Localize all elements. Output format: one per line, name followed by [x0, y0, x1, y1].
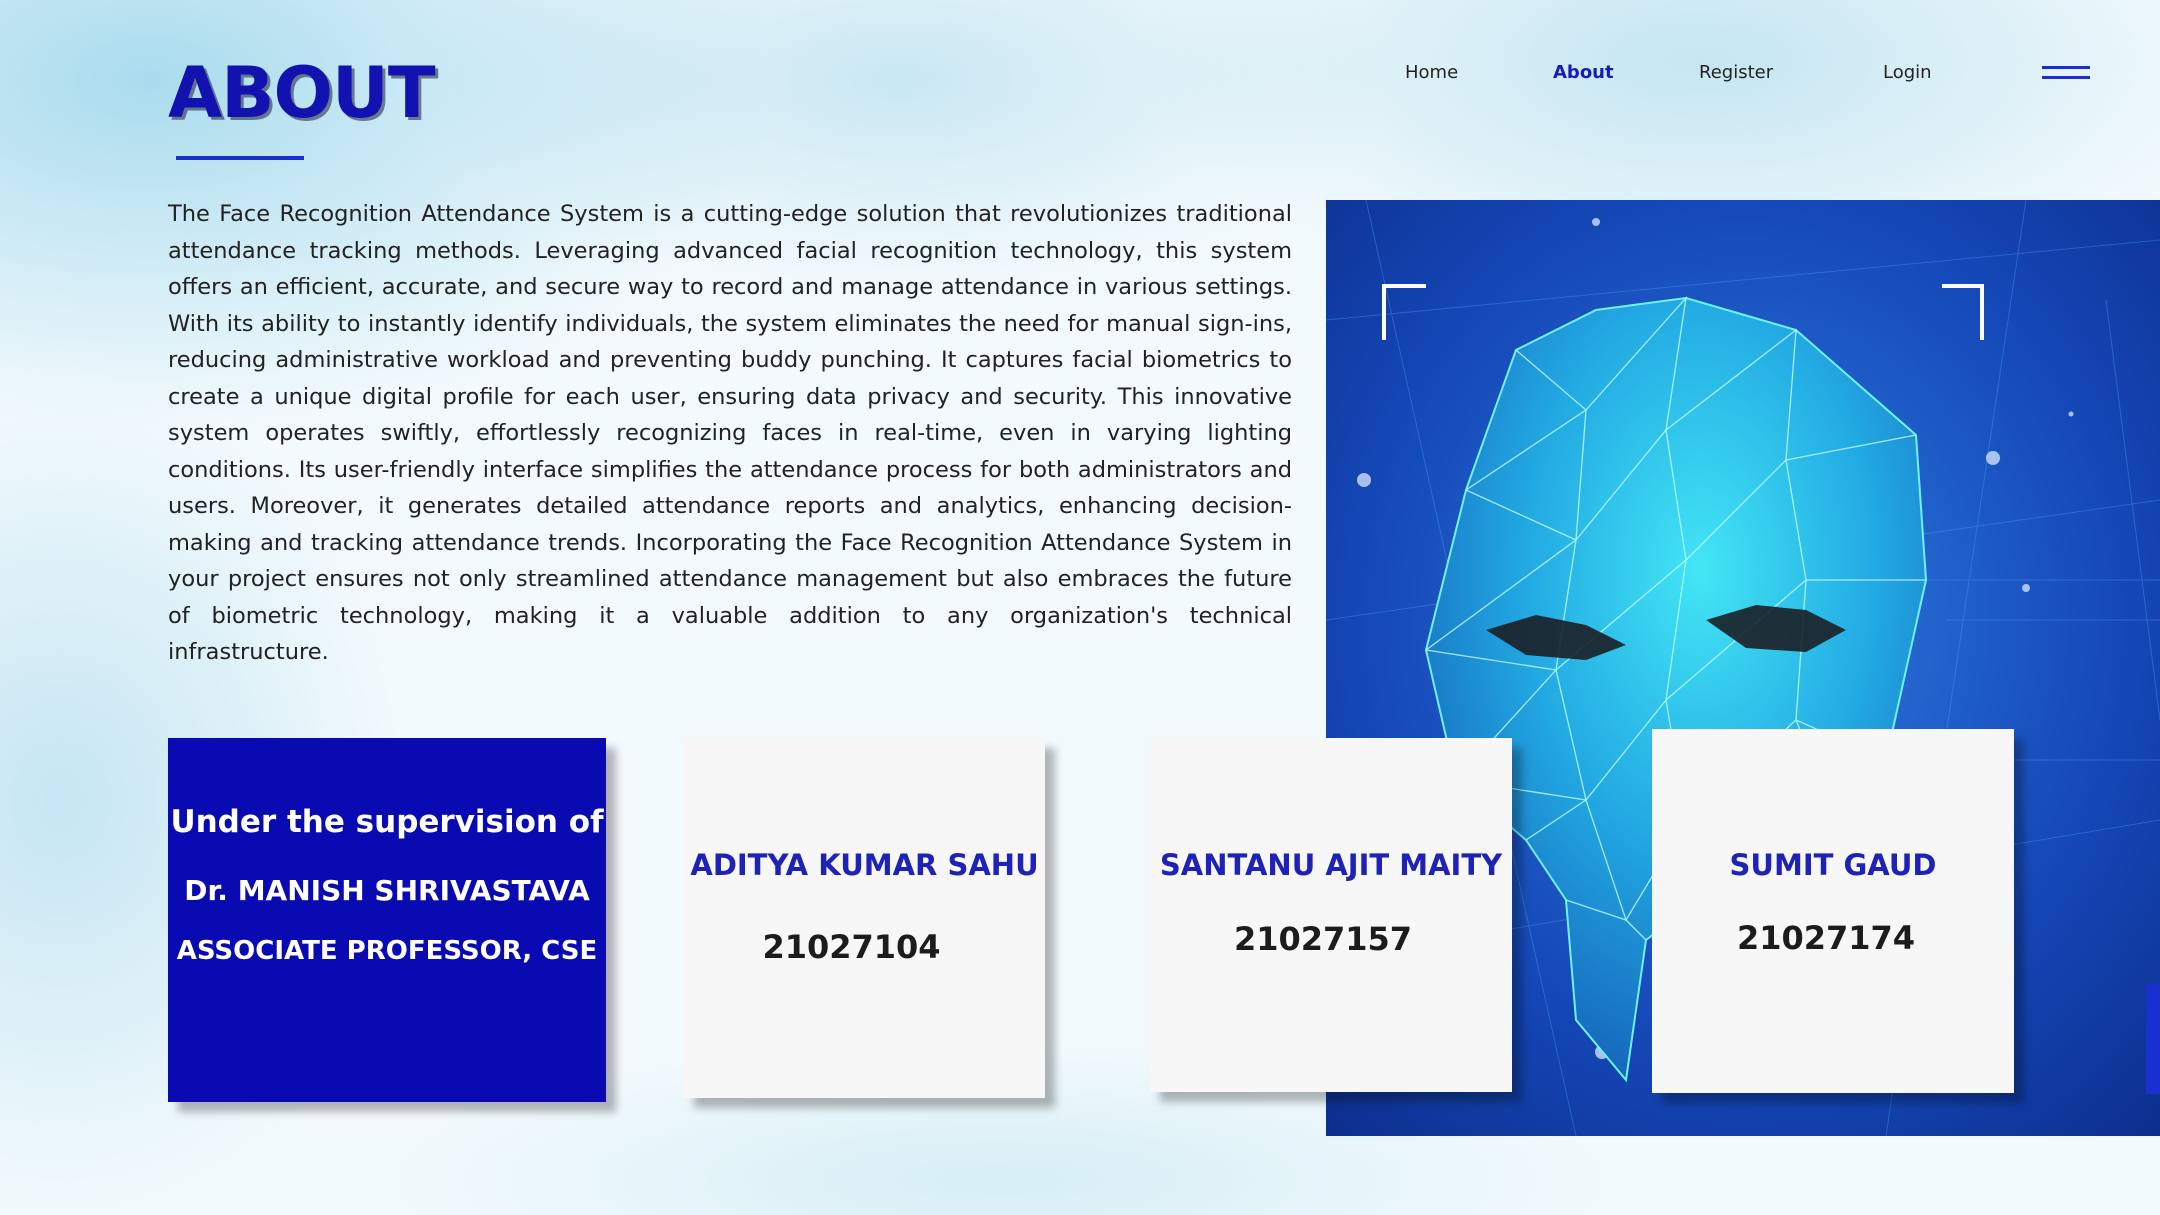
side-scroll-tab[interactable] [2146, 984, 2160, 1094]
nav-link-home[interactable]: Home [1405, 62, 1458, 83]
student-roll: 21027104 [762, 928, 941, 966]
student-name: SANTANU AJIT MAITY [1159, 848, 1503, 882]
team-card-aditya: ADITYA KUMAR SAHU 21027104 [684, 738, 1045, 1098]
about-paragraph: The Face Recognition Attendance System i… [168, 201, 1292, 665]
team-card-sumit: SUMIT GAUD 21027174 [1652, 729, 2014, 1093]
student-name: SUMIT GAUD [1729, 848, 1937, 882]
student-roll: 21027157 [1233, 920, 1413, 958]
supervisor-designation: ASSOCIATE PROFESSOR, CSE [176, 936, 598, 966]
title-underline [176, 156, 304, 160]
hamburger-menu-icon[interactable] [2042, 66, 2090, 82]
supervisor-name: Dr. MANISH SHRIVASTAVA [184, 874, 590, 907]
nav-link-login[interactable]: Login [1883, 62, 1932, 83]
supervisor-heading: Under the supervision of [170, 804, 604, 840]
top-nav: Home About Register Login [0, 62, 2160, 92]
student-roll: 21027174 [1736, 919, 1916, 957]
nav-link-register[interactable]: Register [1699, 62, 1773, 83]
supervisor-card: Under the supervision of Dr. MANISH SHRI… [168, 738, 606, 1102]
team-card-santanu: SANTANU AJIT MAITY 21027157 [1150, 738, 1512, 1092]
student-name: ADITYA KUMAR SAHU [690, 848, 1039, 882]
nav-link-about[interactable]: About [1553, 62, 1614, 83]
